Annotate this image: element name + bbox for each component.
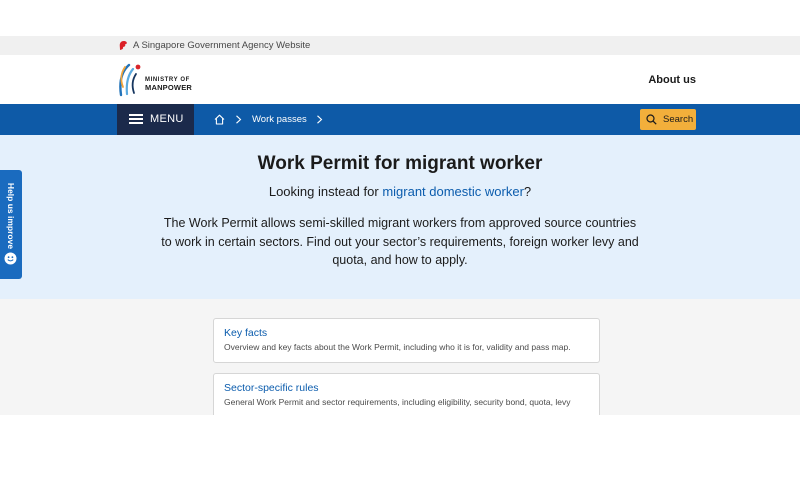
singapore-lion-icon (119, 40, 127, 50)
card-description: Overview and key facts about the Work Pe… (224, 342, 571, 352)
home-icon[interactable] (214, 114, 225, 125)
migrant-domestic-worker-link[interactable]: migrant domestic worker (382, 184, 524, 199)
breadcrumb-item-work-passes[interactable]: Work passes (252, 113, 307, 126)
page-bottom-blank (0, 415, 800, 500)
mom-logo[interactable]: MINISTRY OF MANPOWER (115, 61, 195, 99)
smiley-icon (4, 252, 17, 265)
feedback-tab[interactable]: Help us improve (0, 170, 22, 279)
about-us-link[interactable]: About us (648, 74, 696, 87)
main-navbar: MENU Work passes Search (0, 104, 800, 135)
alternative-pass-prompt: Looking instead for migrant domestic wor… (0, 183, 800, 200)
chevron-right-icon (236, 115, 242, 124)
menu-label: MENU (150, 113, 184, 125)
card-title[interactable]: Key facts (224, 327, 267, 340)
card-title[interactable]: Sector-specific rules (224, 382, 319, 395)
search-icon (646, 114, 657, 125)
card-description: General Work Permit and sector requireme… (224, 397, 571, 407)
search-button[interactable]: Search (640, 109, 696, 130)
feedback-label: Help us improve (6, 182, 16, 250)
logo-text-manpower: MANPOWER (145, 83, 193, 92)
card-sector-specific-rules[interactable]: Sector-specific rules General Work Permi… (213, 373, 600, 415)
page-top-blank (0, 0, 800, 36)
menu-button[interactable]: MENU (117, 104, 194, 135)
alternative-suffix: ? (523, 184, 532, 199)
brand-header: MINISTRY OF MANPOWER About us (0, 55, 800, 104)
alternative-prefix: Looking instead for (268, 184, 383, 199)
chevron-right-icon (316, 115, 323, 124)
government-banner: A Singapore Government Agency Website (0, 36, 800, 55)
content-section: Key facts Overview and key facts about t… (0, 299, 800, 415)
breadcrumb: Work passes (214, 113, 333, 126)
page-description: The Work Permit allows semi-skilled migr… (161, 216, 639, 267)
hero-banner: Work Permit for migrant worker Looking i… (0, 135, 800, 299)
mom-logo-icon (119, 63, 141, 97)
card-key-facts[interactable]: Key facts Overview and key facts about t… (213, 318, 600, 363)
government-banner-text: A Singapore Government Agency Website (133, 40, 311, 51)
search-label: Search (663, 114, 694, 125)
page-title: Work Permit for migrant worker (257, 153, 543, 174)
hamburger-icon (129, 114, 143, 124)
